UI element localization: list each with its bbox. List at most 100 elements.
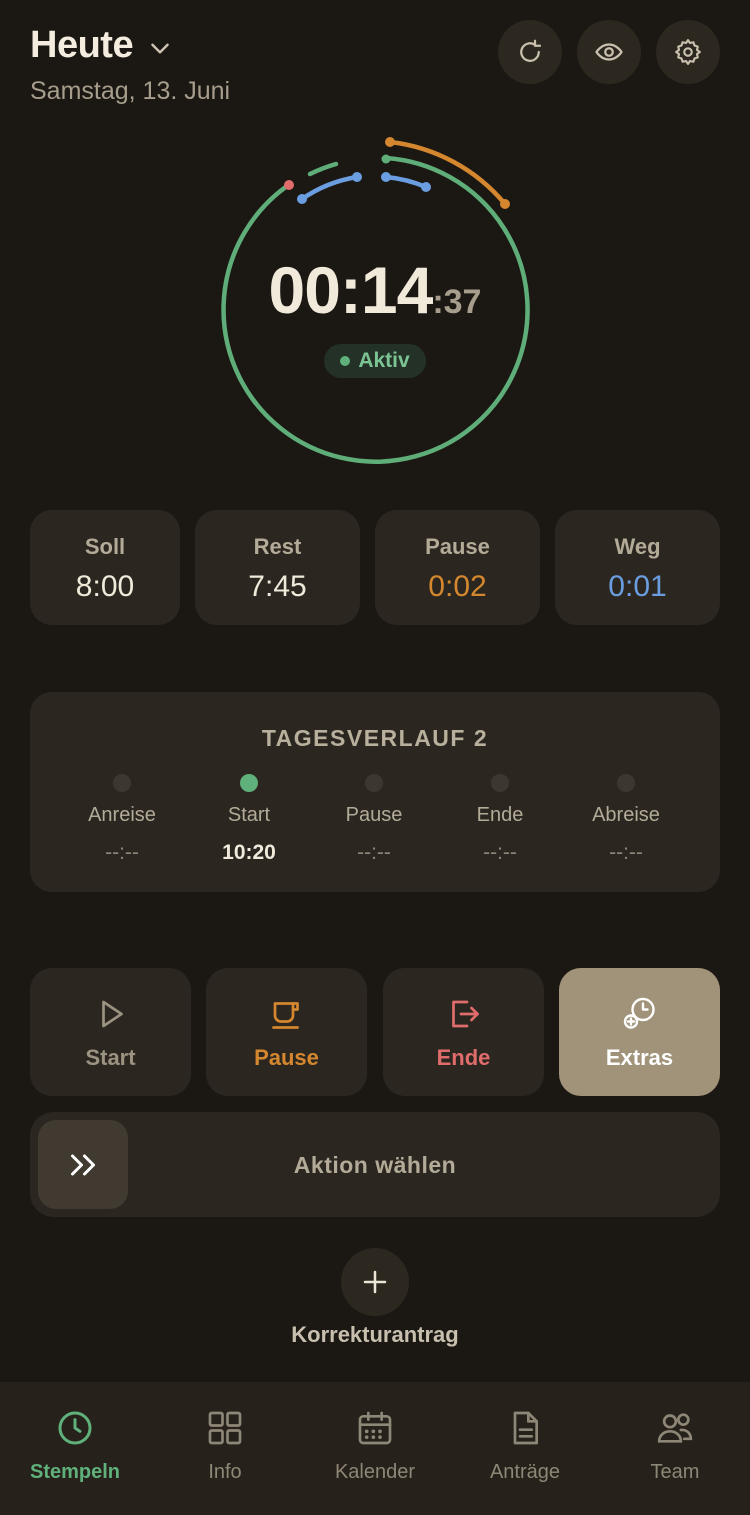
ring-away-left-end-dot — [352, 172, 362, 182]
nav-item-info[interactable]: Info — [150, 1408, 300, 1484]
nav-label: Info — [208, 1461, 242, 1483]
ende-label: Ende — [436, 1045, 491, 1070]
stat-value: 0:01 — [608, 570, 667, 603]
step-start: Start 10:20 — [189, 774, 309, 865]
step-dot — [113, 774, 131, 792]
plus-icon — [363, 1270, 387, 1294]
ring-pause-arc — [387, 139, 508, 207]
stat-label: Soll — [84, 534, 126, 559]
pause-label: Pause — [254, 1045, 319, 1070]
step-time: --:-- — [609, 841, 643, 864]
stat-value: 8:00 — [75, 570, 135, 603]
slider-label: Aktion wählen — [293, 1152, 457, 1178]
ende-button[interactable]: Ende — [383, 968, 544, 1096]
stat-label: Weg — [614, 534, 661, 559]
day-selector[interactable]: Heute — [30, 24, 230, 67]
nav-item-stempeln[interactable]: Stempeln — [0, 1408, 150, 1484]
stat-card-rest[interactable]: Rest 7:45 — [195, 510, 360, 625]
korrekturantrag-button[interactable] — [341, 1248, 409, 1316]
ring-away-right-end-dot — [421, 182, 431, 192]
settings-button[interactable] — [656, 20, 720, 84]
step-label: Ende — [476, 804, 524, 826]
stat-label: Pause — [425, 534, 490, 559]
nav-item-team[interactable]: Team — [600, 1408, 750, 1484]
document-icon — [513, 1411, 538, 1445]
step-label: Start — [227, 804, 271, 826]
step-label: Pause — [345, 804, 403, 826]
bottom-nav: Stempeln Info Kalender Anträge Team — [0, 1382, 750, 1515]
logout-icon — [451, 1000, 479, 1028]
ring-short-work-arc — [307, 161, 339, 177]
step-dot — [365, 774, 383, 792]
timer-ring: 00:14:37 Aktiv — [200, 128, 550, 478]
status-badge: Aktiv — [324, 344, 426, 378]
visibility-button[interactable] — [577, 20, 641, 84]
step-time: 10:20 — [222, 841, 276, 864]
pause-button[interactable]: Pause — [206, 968, 367, 1096]
play-icon — [101, 1000, 123, 1028]
stat-card-weg[interactable]: Weg 0:01 — [555, 510, 720, 625]
nav-label: Anträge — [489, 1461, 561, 1483]
step-label: Anreise — [88, 804, 156, 826]
stats-row: Soll 8:00 Rest 7:45 Pause 0:02 Weg 0:01 — [30, 510, 720, 625]
ring-away-right-start-dot — [381, 172, 391, 182]
nav-item-kalender[interactable]: Kalender — [300, 1408, 450, 1484]
eye-icon — [595, 43, 623, 61]
clock-plus-icon — [623, 997, 655, 1029]
ring-away-arc-right — [383, 174, 429, 190]
tagesverlauf-card: TAGESVERLAUF 2 Anreise --:-- Start 10:20… — [30, 692, 720, 892]
page-title[interactable]: Heute — [30, 24, 134, 67]
start-button[interactable]: Start — [30, 968, 191, 1096]
stat-value: 0:02 — [428, 570, 487, 603]
korrekturantrag-label[interactable]: Korrekturantrag — [0, 1322, 750, 1348]
nav-label: Team — [650, 1461, 700, 1483]
ring-pause-end-dot — [500, 199, 510, 209]
step-time: --:-- — [357, 841, 391, 864]
grid-icon — [208, 1411, 242, 1445]
extras-label: Extras — [605, 1045, 674, 1070]
step-dot — [491, 774, 509, 792]
refresh-icon — [520, 39, 542, 62]
nav-label: Kalender — [334, 1461, 416, 1483]
header: Heute Samstag, 13. Juni — [30, 24, 230, 106]
step-time: --:-- — [483, 841, 517, 864]
ring-start-marker — [284, 180, 294, 190]
coffee-icon — [271, 1002, 299, 1029]
status-text: Aktiv — [358, 349, 410, 372]
ring-work-end-dot — [381, 154, 391, 164]
stat-label: Rest — [253, 534, 302, 559]
action-buttons: Start Pause Ende Extras — [30, 968, 720, 1096]
status-dot-icon — [340, 356, 351, 366]
stat-card-pause[interactable]: Pause 0:02 — [375, 510, 540, 625]
calendar-icon — [358, 1411, 392, 1445]
clock-icon — [58, 1411, 92, 1445]
timer-main: 00:14 — [268, 253, 434, 327]
step-pause: Pause --:-- — [314, 774, 434, 865]
start-label: Start — [85, 1045, 136, 1070]
step-abreise: Abreise --:-- — [566, 774, 686, 865]
current-date: Samstag, 13. Juni — [30, 77, 231, 105]
step-time: --:-- — [105, 841, 139, 864]
stat-value: 7:45 — [248, 570, 307, 603]
step-anreise: Anreise --:-- — [62, 774, 182, 865]
step-label: Abreise — [592, 804, 660, 826]
action-slider[interactable]: Aktion wählen — [30, 1112, 720, 1217]
nav-label: Stempeln — [29, 1461, 121, 1483]
step-ende: Ende --:-- — [440, 774, 560, 865]
team-icon — [657, 1413, 693, 1443]
timer-display: 00:14:37 — [200, 252, 550, 328]
chevron-down-icon[interactable] — [147, 35, 173, 61]
gear-icon — [675, 39, 701, 65]
tagesverlauf-title: TAGESVERLAUF 2 — [261, 725, 489, 751]
header-actions — [498, 20, 720, 84]
step-dot — [617, 774, 635, 792]
ring-away-left-start-dot — [297, 194, 307, 204]
extras-button[interactable]: Extras — [559, 968, 720, 1096]
ring-pause-start-dot — [385, 137, 395, 147]
nav-item-antraege[interactable]: Anträge — [450, 1408, 600, 1484]
refresh-button[interactable] — [498, 20, 562, 84]
ring-away-arc-left — [299, 174, 360, 202]
stat-card-soll[interactable]: Soll 8:00 — [30, 510, 180, 625]
step-dot — [240, 774, 258, 792]
timer-seconds: :37 — [432, 283, 482, 321]
